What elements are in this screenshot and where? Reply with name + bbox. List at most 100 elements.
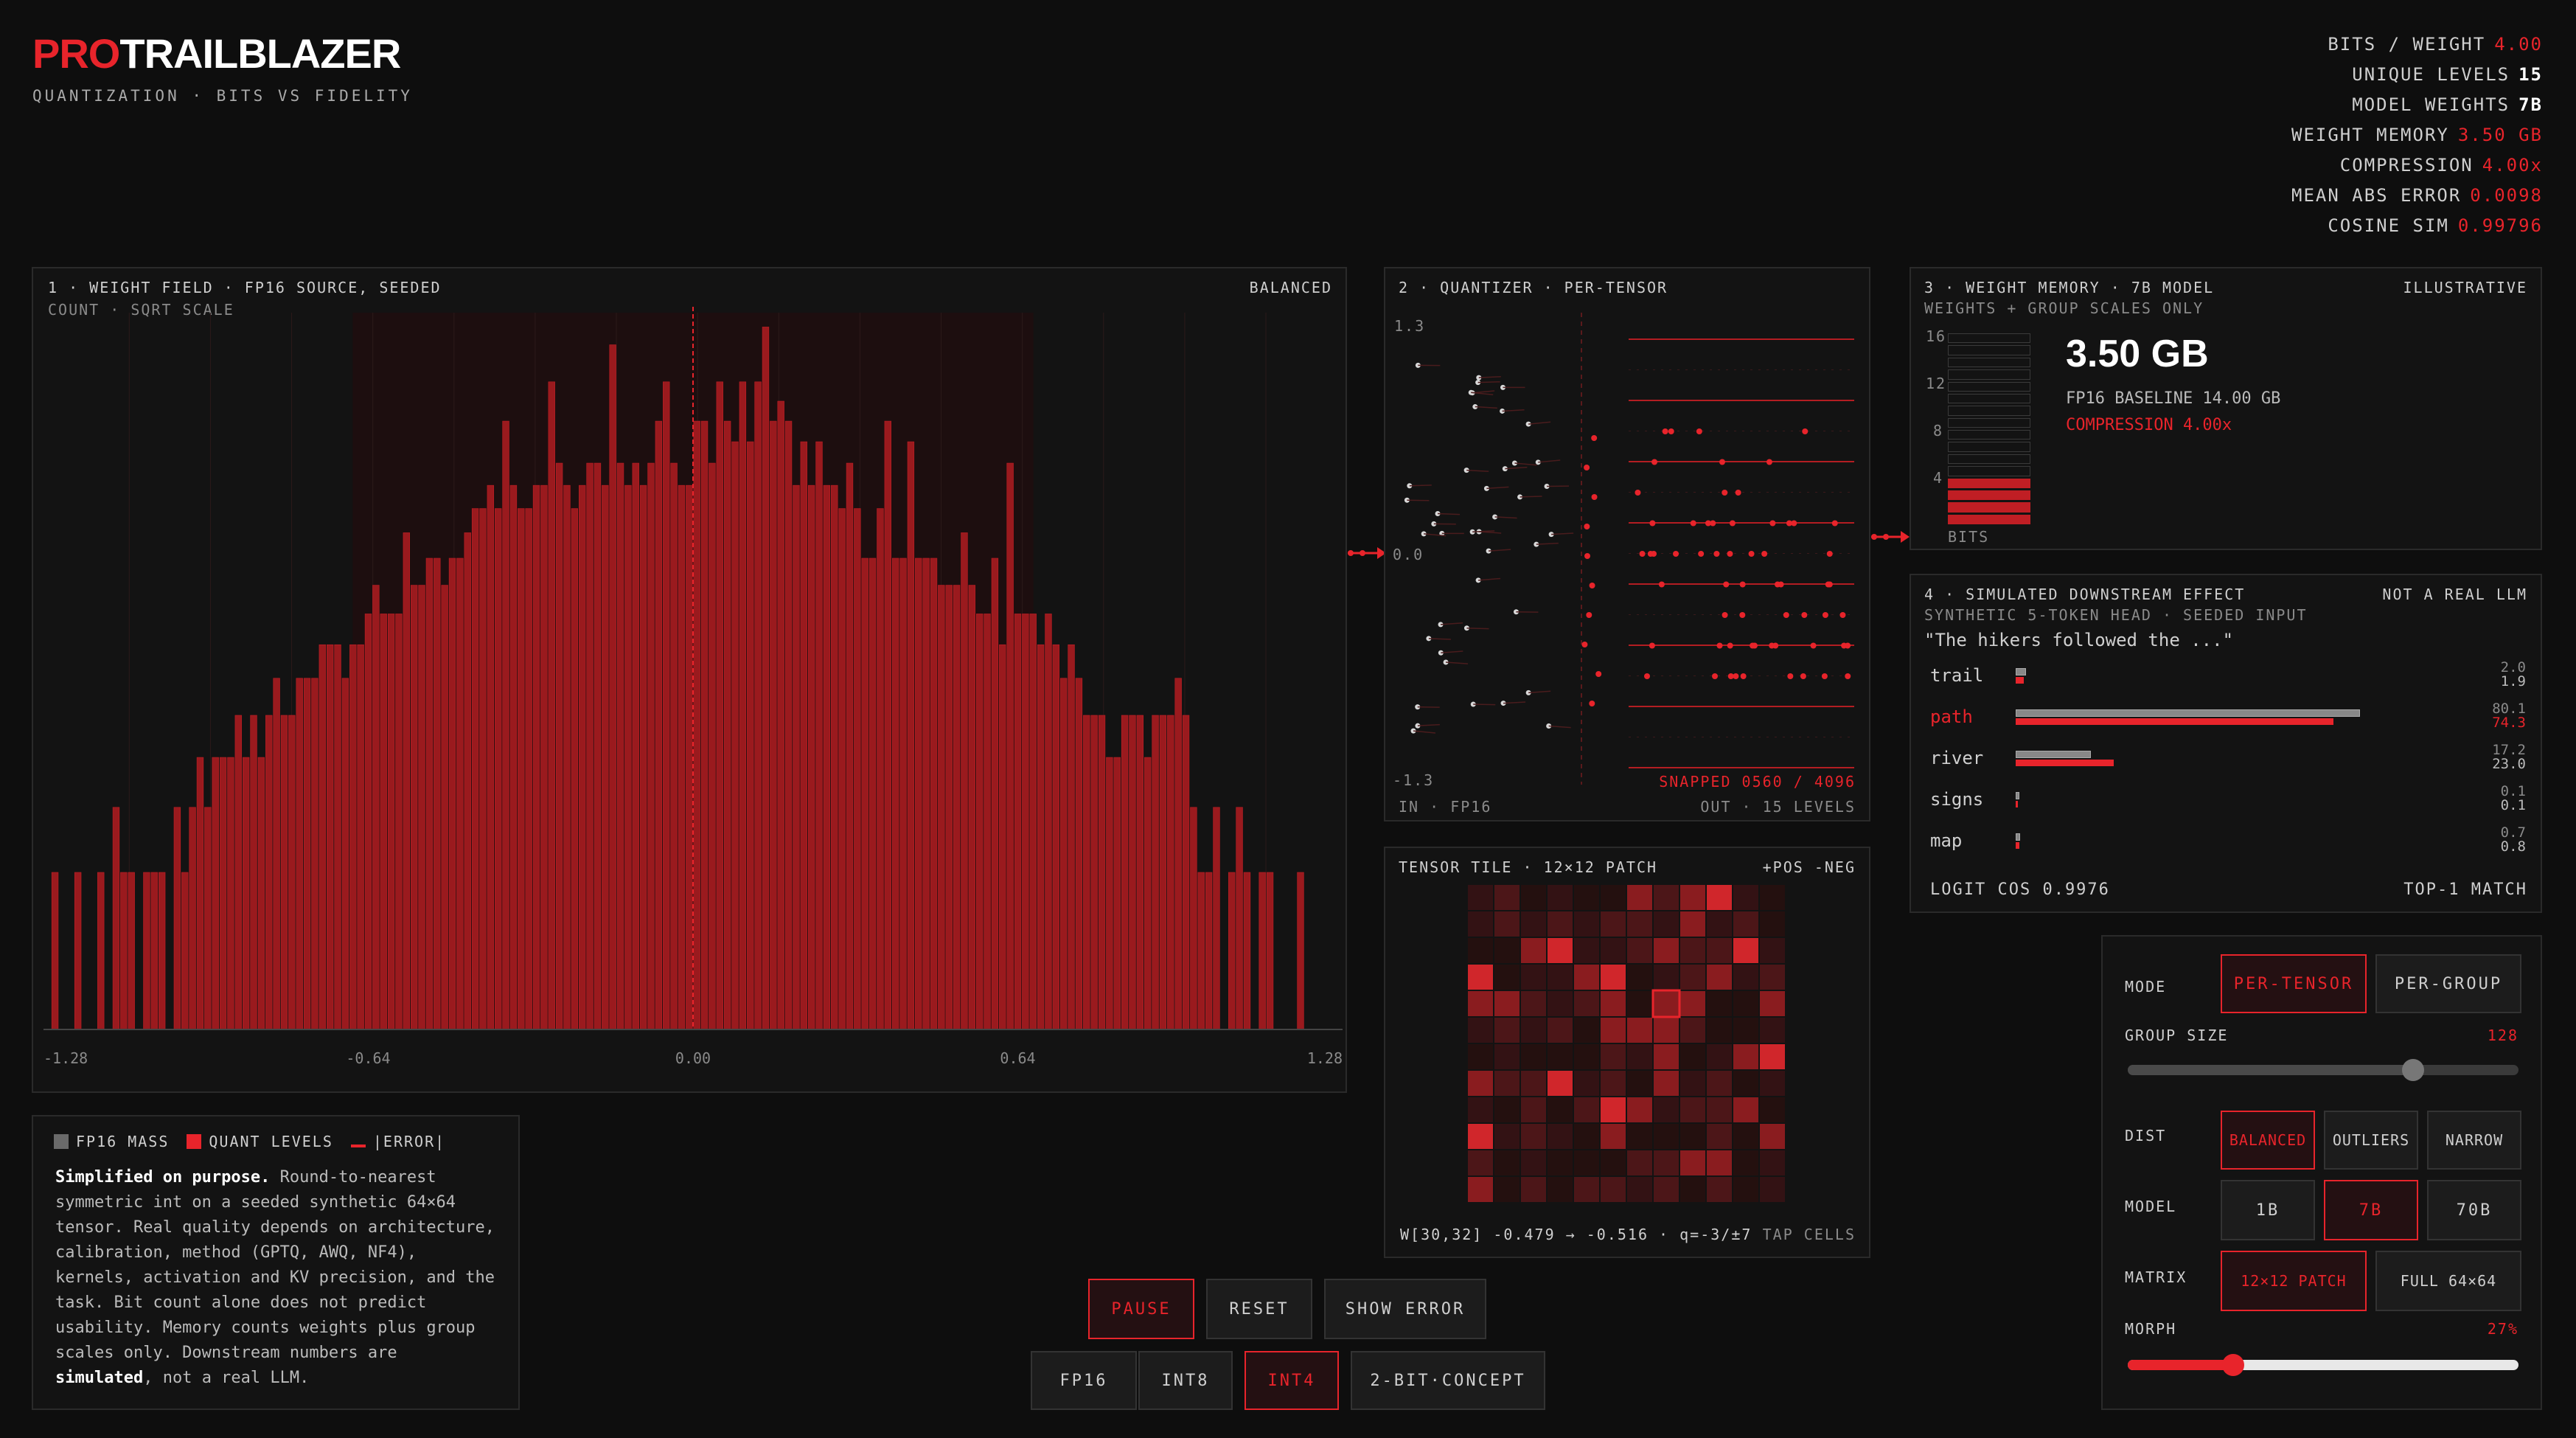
histogram-bar	[1228, 872, 1236, 1030]
matrix-full-button[interactable]: FULL 64×64	[2375, 1251, 2521, 1311]
show-error-button[interactable]: SHOW ERROR	[1324, 1279, 1486, 1339]
histogram-bar	[296, 678, 303, 1030]
format-int8-button[interactable]: INT8	[1138, 1351, 1233, 1410]
model-7b-button[interactable]: 7B	[2324, 1180, 2418, 1240]
tensor-cell	[1654, 1150, 1679, 1175]
tensor-cell	[1468, 991, 1493, 1016]
tensor-cell	[1707, 1071, 1732, 1096]
histogram-bar	[777, 400, 784, 1030]
histogram-bar	[1243, 872, 1251, 1030]
histogram-bar	[548, 381, 555, 1030]
group-size-value: 128	[2487, 1027, 2518, 1044]
tensor-cell	[1707, 1124, 1732, 1149]
error-line	[1502, 409, 1525, 412]
snapped-counter: SNAPPED 0560 / 4096	[1659, 773, 1856, 791]
histogram-bar	[1259, 872, 1266, 1030]
dist-narrow-button[interactable]: NARROW	[2427, 1111, 2521, 1170]
format-int4-button[interactable]: INT4	[1245, 1351, 1339, 1410]
matrix-patch-button[interactable]: 12×12 PATCH	[2221, 1251, 2367, 1311]
tensor-cell	[1733, 965, 1758, 990]
snapped-point	[1722, 612, 1728, 618]
group-size-handle[interactable]	[2401, 1059, 2424, 1081]
snapped-point	[1696, 428, 1702, 434]
in-label: IN · FP16	[1399, 798, 1492, 816]
panel-tag: +POS -NEG	[1762, 858, 1856, 876]
snapped-point	[1644, 673, 1651, 679]
tensor-cell	[1521, 991, 1546, 1016]
histogram-bar	[823, 484, 831, 1030]
error-line	[1446, 661, 1469, 664]
histogram-bar	[487, 484, 495, 1030]
histogram-bar	[158, 872, 166, 1030]
tensor-cell	[1494, 991, 1520, 1016]
tensor-grid[interactable]	[1468, 885, 1789, 1205]
bit-cell	[1948, 466, 2030, 476]
snapped-point	[1786, 520, 1792, 527]
snapped-point	[1802, 428, 1809, 434]
quant-prob-value: 1.9	[2500, 673, 2526, 690]
tensor-cell	[1680, 991, 1705, 1016]
histogram-bar	[250, 715, 257, 1030]
tensor-cell	[1680, 1097, 1705, 1122]
histogram-bar	[602, 484, 609, 1030]
bits-stack	[1948, 333, 2032, 527]
morph-slider[interactable]	[2128, 1354, 2518, 1376]
morph-fill	[2128, 1360, 2234, 1370]
histogram-bar	[1037, 644, 1045, 1030]
error-line	[1528, 421, 1551, 425]
histogram-bar	[747, 441, 754, 1030]
error-line	[1538, 459, 1561, 463]
tensor-cell	[1680, 1018, 1705, 1043]
tensor-cell	[1680, 1150, 1705, 1175]
token-label: signs	[1930, 789, 1984, 810]
morph-handle[interactable]	[2222, 1354, 2245, 1376]
histogram-bar	[984, 614, 991, 1030]
tensor-cell	[1574, 1071, 1599, 1096]
model-1b-button[interactable]: 1B	[2221, 1180, 2315, 1240]
tensor-cell	[1680, 938, 1705, 963]
group-size-slider[interactable]	[2128, 1059, 2518, 1081]
tensor-tile-panel: TENSOR TILE · 12×12 PATCH +POS -NEG W[30…	[1384, 847, 1870, 1258]
histogram-bar	[663, 381, 670, 1030]
tensor-cell	[1521, 1018, 1546, 1043]
dist-outliers-button[interactable]: OUTLIERS	[2324, 1111, 2418, 1170]
histogram-bar	[97, 872, 105, 1030]
histogram-bar	[793, 484, 800, 1030]
histogram-bar	[1159, 715, 1167, 1030]
bit-cell	[1948, 478, 2030, 488]
brand-logo: PROTRAILBLAZER	[32, 29, 401, 77]
stat-label: COMPRESSION	[2339, 155, 2474, 176]
fp16-swatch	[54, 1134, 69, 1149]
histogram-bar	[219, 757, 227, 1030]
format-fp16-button[interactable]: FP16	[1031, 1351, 1137, 1410]
tensor-cell	[1601, 1018, 1626, 1043]
snapped-point	[1761, 551, 1768, 557]
tensor-cell	[1601, 1071, 1626, 1096]
mode-per-group-button[interactable]: PER-GROUP	[2375, 954, 2521, 1013]
histogram-bar	[739, 381, 747, 1030]
histogram-bar	[257, 757, 265, 1030]
dist-balanced-button[interactable]: BALANCED	[2221, 1111, 2315, 1170]
reset-button[interactable]: RESET	[1206, 1279, 1312, 1339]
stat-value: 3.50 GB	[2457, 125, 2543, 145]
snapped-point	[1841, 642, 1848, 649]
error-line	[1413, 730, 1436, 734]
mode-per-tensor-button[interactable]: PER-TENSOR	[2221, 954, 2367, 1013]
snapped-point	[1801, 612, 1808, 618]
tensor-cell	[1760, 1097, 1785, 1122]
compression-ratio: COMPRESSION 4.00x	[2066, 416, 2232, 434]
tensor-cell	[1574, 1124, 1599, 1149]
model-70b-button[interactable]: 70B	[2427, 1180, 2521, 1240]
histogram-bar	[861, 558, 868, 1030]
tensor-cell	[1574, 1097, 1599, 1122]
error-line	[1551, 532, 1574, 535]
histogram-bar	[754, 381, 762, 1030]
token-label: trail	[1930, 665, 1984, 686]
format-2bit-button[interactable]: 2-BIT·CONCEPT	[1351, 1351, 1545, 1410]
tensor-cell	[1654, 1018, 1679, 1043]
tensor-cell	[1468, 1124, 1493, 1149]
snapped-point	[1821, 673, 1828, 679]
histogram-bar	[1167, 715, 1174, 1030]
panel-title: 3 · WEIGHT MEMORY · 7B MODEL	[1924, 279, 2215, 296]
pause-button[interactable]: PAUSE	[1088, 1279, 1194, 1339]
